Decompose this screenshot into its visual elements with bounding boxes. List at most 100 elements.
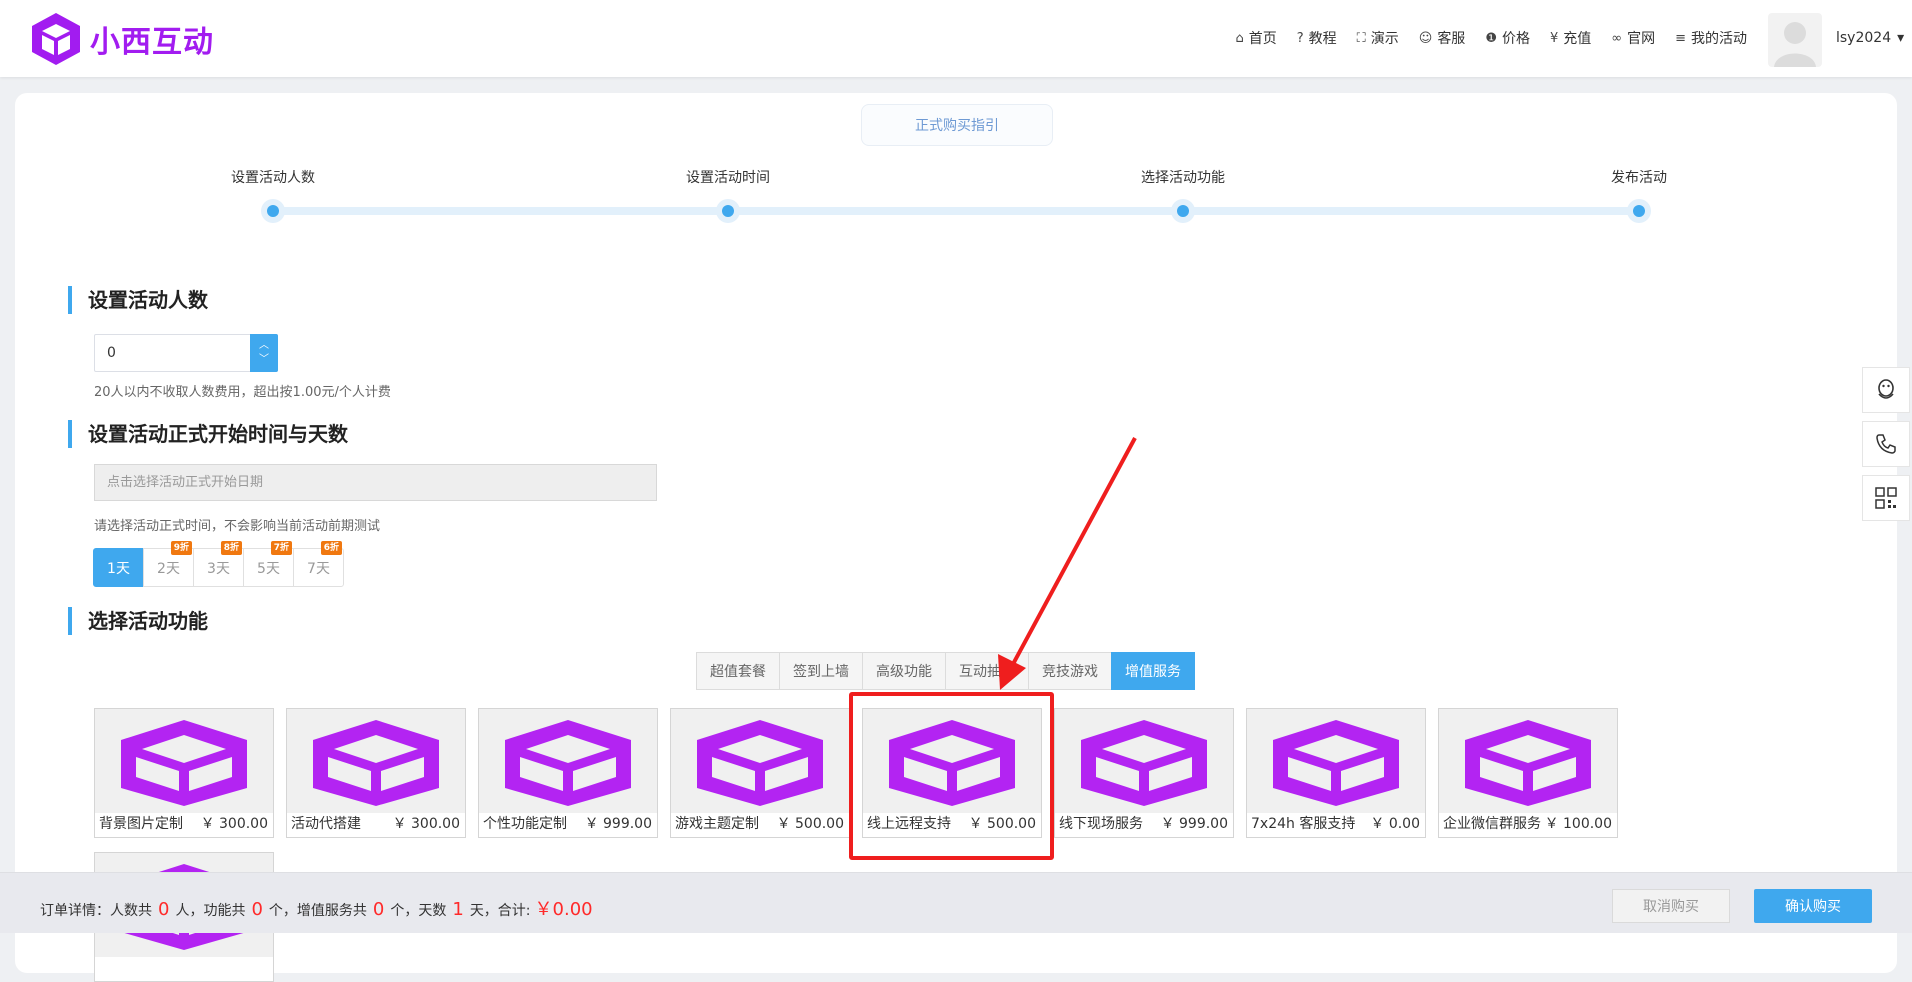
day-option-7[interactable]: 7天 6折	[293, 541, 344, 587]
order-label: 天，合计:	[469, 903, 531, 919]
username: lsy2024	[1836, 30, 1892, 46]
order-footer: 订单详情：人数共 0 人，功能共 0 个，增值服务共 0 个，天数 1 天，合计…	[0, 872, 1912, 933]
cube-logo-icon	[121, 720, 247, 806]
service-name: 活动代搭建	[291, 816, 361, 832]
service-price: ￥ 300.00	[200, 816, 268, 832]
order-label: 订单详情：人数共	[40, 903, 152, 919]
tab-checkin-wall[interactable]: 签到上墙	[779, 652, 863, 690]
feature-tabs: 超值套餐 签到上墙 高级功能 互动抽奖 竞技游戏 增值服务	[696, 652, 1195, 690]
day-option-2[interactable]: 2天 9折	[143, 541, 194, 587]
nav-tutorial[interactable]: ? 教程	[1297, 28, 1337, 48]
service-name: 7x24h 客服支持	[1251, 816, 1356, 832]
step-dot	[261, 199, 285, 223]
tab-games[interactable]: 竞技游戏	[1028, 652, 1112, 690]
service-card[interactable]: 线下现场服务 ￥ 999.00	[1054, 708, 1234, 838]
nav-demo[interactable]: ⛶ 演示	[1357, 28, 1399, 48]
order-total: ￥0.00	[534, 899, 593, 920]
number-spinner[interactable]: ︿ ﹀	[250, 334, 278, 372]
day-label: 1天	[107, 560, 130, 577]
service-price: ￥ 300.00	[392, 816, 460, 832]
service-card[interactable]: 个性功能定制 ￥ 999.00	[478, 708, 658, 838]
list-icon: ≡	[1675, 30, 1686, 46]
qq-penguin-icon	[1878, 379, 1894, 399]
feature-count: 0	[251, 899, 263, 920]
service-card[interactable]: 7x24h 客服支持 ￥ 0.00	[1246, 708, 1426, 838]
nav-my-activities[interactable]: ≡ 我的活动	[1675, 28, 1747, 48]
order-label: 个，增值服务共	[268, 903, 367, 919]
service-thumbnail	[1439, 709, 1617, 813]
nav-label: 演示	[1370, 31, 1399, 47]
day-option-1[interactable]: 1天	[93, 548, 144, 587]
tab-value-packages[interactable]: 超值套餐	[696, 652, 780, 690]
nav-official-site[interactable]: ∞ 官网	[1611, 28, 1655, 48]
nav-label: 充值	[1563, 31, 1592, 47]
step-dot	[1171, 199, 1195, 223]
cancel-purchase-button[interactable]: 取消购买	[1612, 889, 1730, 923]
service-card[interactable]: 游戏主题定制 ￥ 500.00	[670, 708, 850, 838]
people-count: 0	[158, 899, 170, 920]
top-header: 小西互动 ⌂ 首页 ? 教程 ⛶ 演示 ☺ 客服 ❶ 价格 ¥ 充值 ∞ 官网 ≡ 我的活动 l…	[0, 0, 1912, 77]
tab-advanced[interactable]: 高级功能	[862, 652, 946, 690]
qrcode-button[interactable]	[1862, 475, 1910, 521]
service-thumbnail	[479, 709, 657, 813]
service-price: ￥ 500.00	[968, 816, 1036, 832]
discount-badge: 8折	[220, 541, 242, 555]
step-label: 设置活动时间	[686, 170, 770, 186]
start-date-input[interactable]: 点击选择活动正式开始日期	[94, 464, 657, 501]
service-price: ￥ 500.00	[776, 816, 844, 832]
main-nav: ⌂ 首页 ? 教程 ⛶ 演示 ☺ 客服 ❶ 价格 ¥ 充值 ∞ 官网 ≡ 我的活动	[1235, 28, 1747, 48]
nav-recharge[interactable]: ¥ 充值	[1550, 28, 1591, 48]
section-title-features: 选择活动功能	[68, 607, 208, 635]
service-thumbnail	[863, 709, 1041, 813]
phone-icon	[1876, 434, 1896, 454]
link-icon: ∞	[1611, 30, 1623, 46]
purchase-guide-button[interactable]: 正式购买指引	[861, 104, 1053, 146]
service-thumbnail	[287, 709, 465, 813]
tab-lottery[interactable]: 互动抽奖	[945, 652, 1029, 690]
confirm-purchase-button[interactable]: 确认购买	[1754, 889, 1872, 923]
day-option-5[interactable]: 5天 7折	[243, 541, 294, 587]
help-icon: ?	[1296, 30, 1304, 46]
discount-badge: 6折	[320, 541, 342, 555]
nav-label: 教程	[1308, 31, 1337, 47]
days-selector: 1天 2天 9折 3天 8折 5天 7折 7天 6折	[93, 541, 344, 587]
service-name: 线上远程支持	[867, 816, 951, 832]
section-title-time: 设置活动正式开始时间与天数	[68, 420, 348, 448]
logo[interactable]: 小西互动	[28, 10, 214, 68]
service-price: ￥ 0.00	[1370, 816, 1420, 832]
service-card[interactable]: 活动代搭建 ￥ 300.00	[286, 708, 466, 838]
qq-chat-button[interactable]	[1862, 367, 1910, 413]
chevron-down-icon[interactable]: ﹀	[259, 353, 269, 367]
day-label: 5天	[257, 560, 280, 577]
day-label: 3天	[207, 560, 230, 577]
service-count: 0	[372, 899, 385, 920]
service-name: 线下现场服务	[1059, 816, 1143, 832]
cube-logo-icon	[313, 720, 439, 806]
tab-value-added[interactable]: 增值服务	[1111, 652, 1195, 690]
people-count-input[interactable]: 0 ︿ ﹀	[94, 334, 278, 372]
user-menu[interactable]: lsy2024 ▾	[1836, 30, 1904, 46]
logo-text: 小西互动	[90, 25, 214, 60]
step-label: 选择活动功能	[1141, 170, 1225, 186]
day-option-3[interactable]: 3天 8折	[193, 541, 244, 587]
service-name: 游戏主题定制	[675, 816, 759, 832]
service-card[interactable]: 背景图片定制 ￥ 300.00	[94, 708, 274, 838]
service-card-remote-support[interactable]: 线上远程支持 ￥ 500.00	[862, 708, 1042, 838]
service-card[interactable]: 企业微信群服务 ￥ 100.00	[1438, 708, 1618, 838]
chevron-up-icon[interactable]: ︿	[259, 339, 269, 353]
discount-badge: 9折	[170, 541, 192, 555]
service-name: 企业微信群服务	[1443, 816, 1541, 832]
nav-home[interactable]: ⌂ 首页	[1235, 28, 1276, 48]
nav-support[interactable]: ☺ 客服	[1419, 28, 1466, 48]
smile-icon: ☺	[1418, 30, 1433, 46]
yen-icon: ¥	[1549, 30, 1559, 46]
home-icon: ⌂	[1235, 30, 1244, 46]
avatar[interactable]	[1768, 13, 1822, 67]
nav-price[interactable]: ❶ 价格	[1485, 28, 1530, 48]
chevron-down-icon: ▾	[1897, 30, 1905, 46]
qrcode-icon	[1875, 487, 1897, 509]
phone-button[interactable]	[1862, 421, 1910, 467]
nav-label: 首页	[1248, 31, 1277, 47]
cube-logo-icon	[505, 720, 631, 806]
order-label: 人，功能共	[175, 903, 246, 919]
